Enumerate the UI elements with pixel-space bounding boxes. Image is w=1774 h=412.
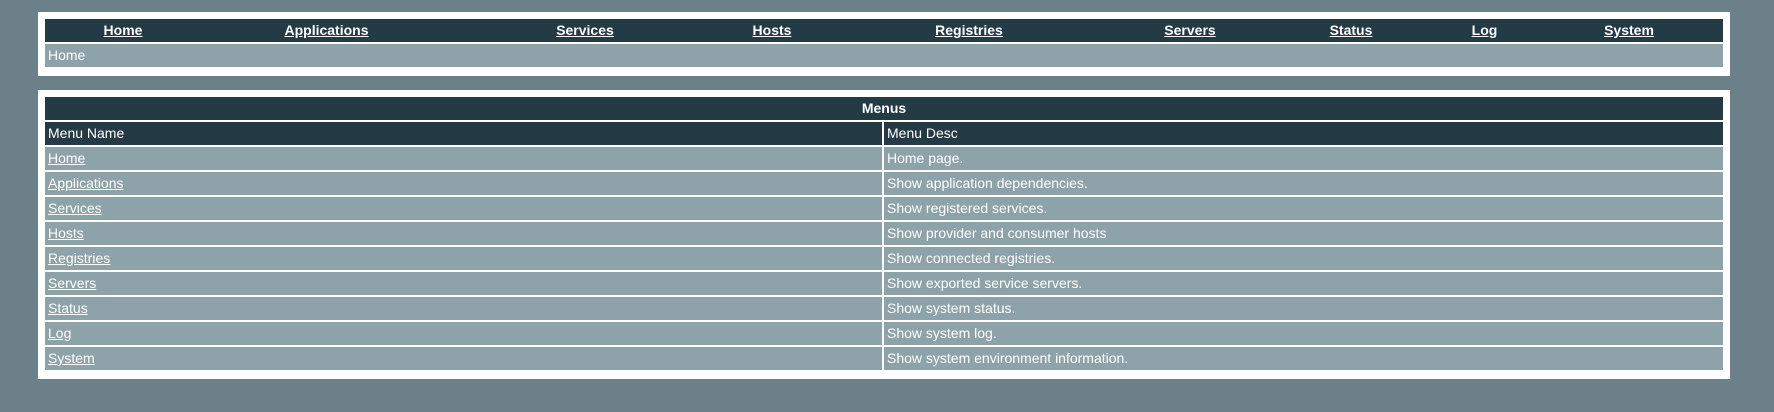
- table-row: Status Show system status.: [45, 297, 1723, 320]
- table-row: Applications Show application dependenci…: [45, 172, 1723, 195]
- nav-link-system[interactable]: System: [1604, 22, 1654, 38]
- table-row: Hosts Show provider and consumer hosts: [45, 222, 1723, 245]
- menu-link-servers[interactable]: Servers: [48, 275, 96, 291]
- table-row: Log Show system log.: [45, 322, 1723, 345]
- menu-link-hosts[interactable]: Hosts: [48, 225, 84, 241]
- menu-desc-cell: Show system status.: [884, 297, 1723, 320]
- menu-desc-cell: Show provider and consumer hosts: [884, 222, 1723, 245]
- menu-name-cell: Services: [45, 197, 884, 220]
- menus-header-row: Menu Name Menu Desc: [45, 122, 1723, 145]
- menu-desc-cell: Show connected registries.: [884, 247, 1723, 270]
- nav-link-registries[interactable]: Registries: [935, 22, 1003, 38]
- menu-link-log[interactable]: Log: [48, 325, 71, 341]
- nav-link-applications[interactable]: Applications: [284, 22, 368, 38]
- menu-link-home[interactable]: Home: [48, 150, 85, 166]
- nav-link-hosts[interactable]: Hosts: [753, 22, 792, 38]
- menu-name-cell: Log: [45, 322, 884, 345]
- menu-link-applications[interactable]: Applications: [48, 175, 124, 191]
- nav-cell-home: Home: [45, 19, 201, 42]
- nav-link-log[interactable]: Log: [1472, 22, 1498, 38]
- nav-bar: Home Applications Services Hosts Registr…: [45, 19, 1723, 42]
- menu-link-status[interactable]: Status: [48, 300, 88, 316]
- breadcrumb: Home: [45, 44, 1723, 67]
- nav-cell-log: Log: [1434, 19, 1535, 42]
- nav-link-status[interactable]: Status: [1330, 22, 1373, 38]
- table-row: System Show system environment informati…: [45, 347, 1723, 370]
- nav-cell-services: Services: [452, 19, 718, 42]
- menus-table: Menus Menu Name Menu Desc Home Home page…: [45, 95, 1723, 372]
- menu-link-registries[interactable]: Registries: [48, 250, 110, 266]
- menu-link-services[interactable]: Services: [48, 200, 102, 216]
- menu-name-cell: Hosts: [45, 222, 884, 245]
- table-row: Servers Show exported service servers.: [45, 272, 1723, 295]
- nav-table: Home Applications Services Hosts Registr…: [45, 17, 1723, 69]
- menu-desc-cell: Show system log.: [884, 322, 1723, 345]
- menu-name-cell: Registries: [45, 247, 884, 270]
- table-row: Services Show registered services.: [45, 197, 1723, 220]
- menu-desc-cell: Show application dependencies.: [884, 172, 1723, 195]
- menu-desc-cell: Show exported service servers.: [884, 272, 1723, 295]
- menu-name-cell: Applications: [45, 172, 884, 195]
- menus-title-row: Menus: [45, 97, 1723, 120]
- table-row: Registries Show connected registries.: [45, 247, 1723, 270]
- menu-link-system[interactable]: System: [48, 350, 95, 366]
- nav-cell-hosts: Hosts: [718, 19, 826, 42]
- menu-desc-cell: Home page.: [884, 147, 1723, 170]
- menu-desc-cell: Show registered services.: [884, 197, 1723, 220]
- nav-link-home[interactable]: Home: [104, 22, 143, 38]
- nav-cell-servers: Servers: [1112, 19, 1268, 42]
- menu-name-cell: Home: [45, 147, 884, 170]
- menu-name-cell: Status: [45, 297, 884, 320]
- breadcrumb-row: Home: [45, 44, 1723, 67]
- column-header-menu-desc: Menu Desc: [884, 122, 1723, 145]
- nav-link-services[interactable]: Services: [556, 22, 614, 38]
- nav-panel: Home Applications Services Hosts Registr…: [38, 12, 1730, 76]
- menu-name-cell: System: [45, 347, 884, 370]
- column-header-menu-name: Menu Name: [45, 122, 884, 145]
- nav-cell-applications: Applications: [201, 19, 452, 42]
- nav-cell-system: System: [1535, 19, 1723, 42]
- menu-desc-cell: Show system environment information.: [884, 347, 1723, 370]
- menus-panel: Menus Menu Name Menu Desc Home Home page…: [38, 90, 1730, 379]
- menus-title: Menus: [45, 97, 1723, 120]
- nav-cell-registries: Registries: [826, 19, 1112, 42]
- nav-cell-status: Status: [1268, 19, 1434, 42]
- nav-link-servers[interactable]: Servers: [1164, 22, 1215, 38]
- table-row: Home Home page.: [45, 147, 1723, 170]
- menu-name-cell: Servers: [45, 272, 884, 295]
